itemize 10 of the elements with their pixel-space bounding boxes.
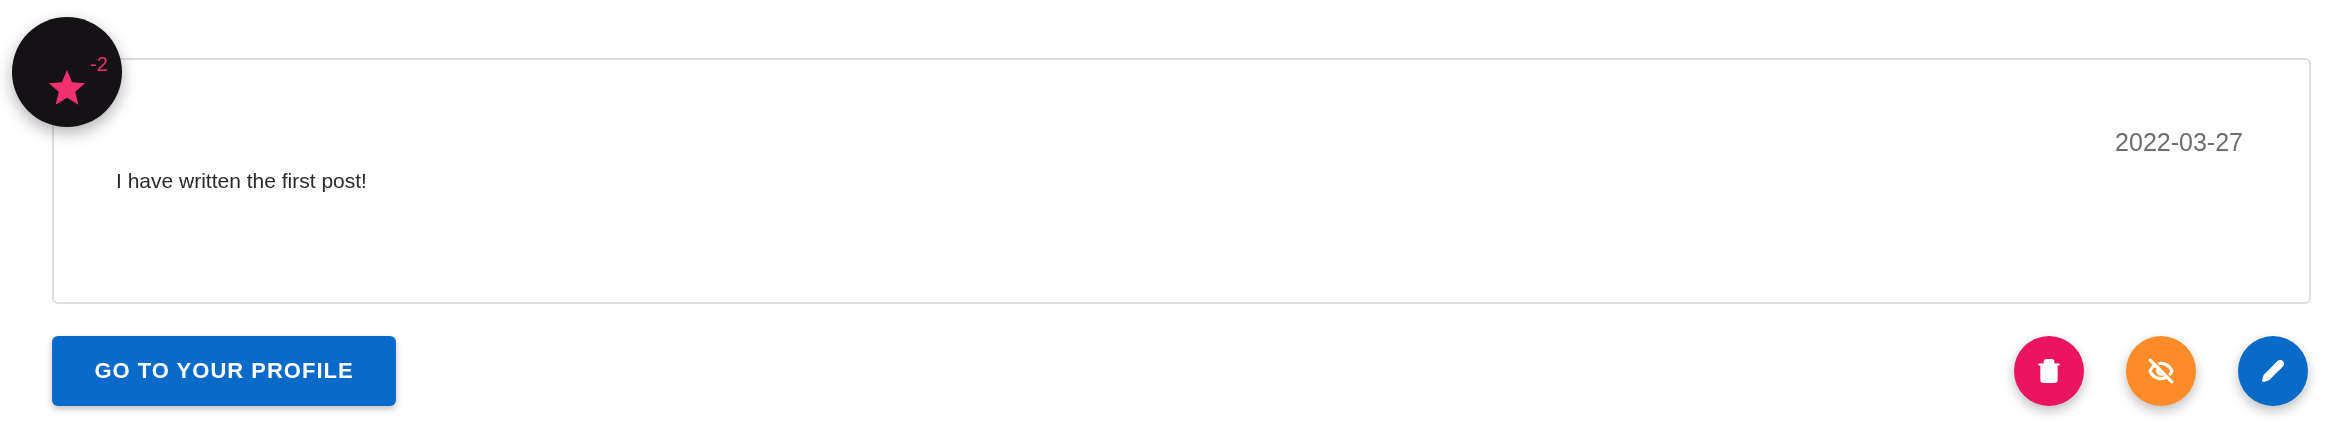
hide-button[interactable] <box>2126 336 2196 406</box>
rating-value: -2 <box>90 53 108 76</box>
trash-icon <box>2036 358 2062 384</box>
delete-button[interactable] <box>2014 336 2084 406</box>
edit-button[interactable] <box>2238 336 2308 406</box>
pencil-icon <box>2261 359 2285 383</box>
post-text: I have written the first post! <box>116 169 368 193</box>
post-date: 2022-03-27 <box>2115 128 2243 157</box>
profile-button[interactable]: GO TO YOUR PROFILE <box>52 336 396 406</box>
eye-off-icon <box>2148 358 2174 384</box>
